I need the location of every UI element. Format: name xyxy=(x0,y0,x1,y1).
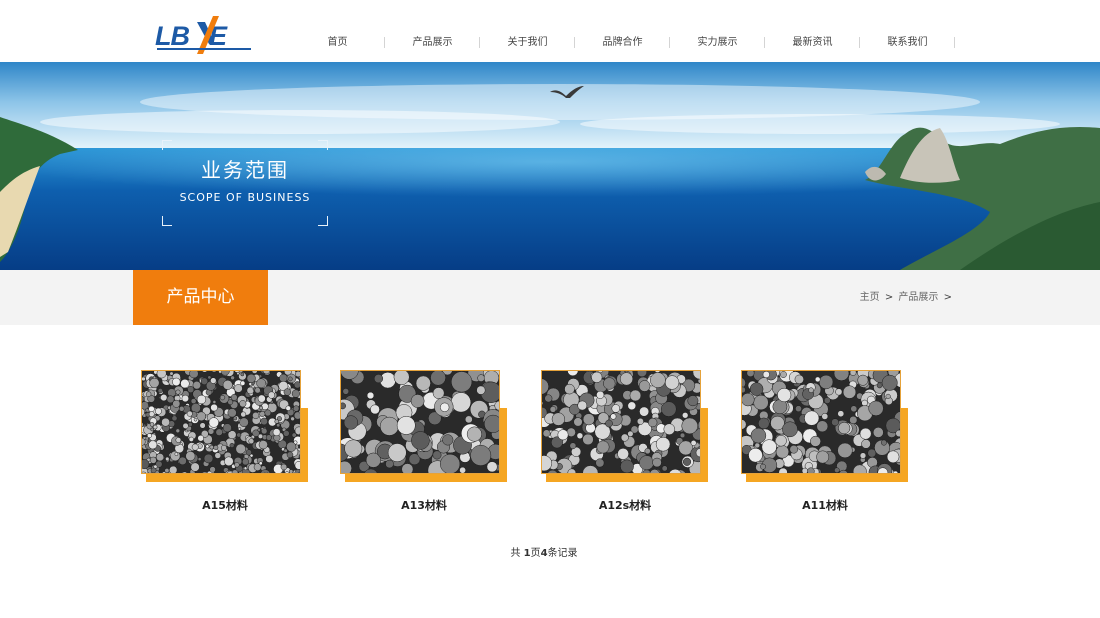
product-card[interactable]: A13材料 xyxy=(340,370,510,520)
product-name[interactable]: A12s材料 xyxy=(541,499,709,513)
section-title: 产品中心 xyxy=(133,270,268,325)
pager-page-count: 1 xyxy=(523,548,531,559)
pagination-info: 共 1页4条记录 xyxy=(0,547,1088,560)
breadcrumb: 主页 > 产品展示 > xyxy=(860,291,954,304)
nav-item-about[interactable]: 关于我们 xyxy=(480,36,575,50)
product-card[interactable]: A12s材料 xyxy=(541,370,711,520)
breadcrumb-separator: > xyxy=(943,292,952,303)
frame-corner xyxy=(318,216,328,226)
pager-record-count: 4 xyxy=(540,548,548,559)
product-image[interactable] xyxy=(541,370,701,474)
pager-record-unit: 条记录 xyxy=(547,548,578,559)
nav-item-contact[interactable]: 联系我们 xyxy=(860,36,955,50)
nav-item-strength[interactable]: 实力展示 xyxy=(670,36,765,50)
site-logo[interactable]: LB E xyxy=(153,14,257,56)
nav-item-home[interactable]: 首页 xyxy=(290,36,385,50)
hero-banner: 业务范围 SCOPE OF BUSINESS xyxy=(0,62,1100,270)
product-name[interactable]: A13材料 xyxy=(340,499,508,513)
product-name[interactable]: A11材料 xyxy=(741,499,909,513)
nav-item-brand-partners[interactable]: 品牌合作 xyxy=(575,36,670,50)
banner-title-cn: 业务范围 xyxy=(201,158,289,182)
product-image[interactable] xyxy=(141,370,301,474)
section-header-bar: 产品中心 主页 > 产品展示 > xyxy=(0,270,1100,325)
nav-item-products[interactable]: 产品展示 xyxy=(385,36,480,50)
product-image[interactable] xyxy=(340,370,500,474)
frame-corner xyxy=(318,140,328,150)
frame-corner xyxy=(162,216,172,226)
banner-title-frame: 业务范围 SCOPE OF BUSINESS xyxy=(162,140,328,226)
pager-prefix: 共 xyxy=(510,548,521,559)
frame-corner xyxy=(162,140,172,150)
breadcrumb-separator: > xyxy=(884,292,894,303)
breadcrumb-products-link[interactable]: 产品展示 xyxy=(898,292,938,303)
pager-page-unit: 页 xyxy=(530,548,541,559)
product-card[interactable]: A11材料 xyxy=(741,370,911,520)
svg-text:LB: LB xyxy=(155,21,189,51)
breadcrumb-home-link[interactable]: 主页 xyxy=(860,292,880,303)
product-image[interactable] xyxy=(741,370,901,474)
nav-item-news[interactable]: 最新资讯 xyxy=(765,36,860,50)
product-name[interactable]: A15材料 xyxy=(141,499,309,513)
main-nav: 首页 产品展示 关于我们 品牌合作 实力展示 最新资讯 联系我们 xyxy=(290,36,955,50)
site-header: LB E 首页 产品展示 关于我们 品牌合作 实力展示 最新资讯 联系我们 xyxy=(0,0,1100,62)
product-card[interactable]: A15材料 xyxy=(141,370,311,520)
banner-title-en: SCOPE OF BUSINESS xyxy=(179,191,311,204)
